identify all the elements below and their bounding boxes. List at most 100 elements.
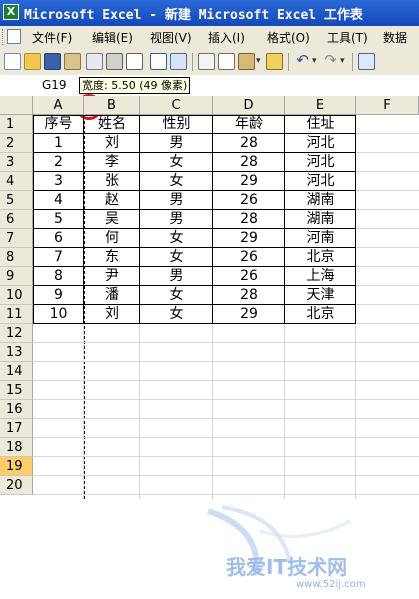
hyperlink-icon[interactable] — [358, 53, 375, 70]
table-header-cell[interactable]: 姓名 — [84, 115, 140, 134]
table-cell[interactable]: 28 — [213, 134, 285, 153]
table-cell[interactable]: 28 — [213, 210, 285, 229]
table-cell[interactable]: 1 — [33, 134, 84, 153]
redo-icon[interactable]: ↷ — [322, 53, 339, 70]
paste-icon[interactable] — [238, 53, 255, 70]
table-cell[interactable]: 男 — [140, 191, 213, 210]
menu-data[interactable]: 数据 — [383, 29, 407, 46]
table-cell[interactable]: 潘 — [84, 286, 140, 305]
table-cell[interactable]: 8 — [33, 267, 84, 286]
row-header-4[interactable]: 4 — [0, 172, 33, 191]
row-header-3[interactable]: 3 — [0, 153, 33, 172]
table-header-cell[interactable]: 性别 — [140, 115, 213, 134]
undo-dropdown-arrow[interactable]: ▾ — [312, 56, 317, 66]
table-cell[interactable]: 2 — [33, 153, 84, 172]
menu-format[interactable]: 格式(O) — [267, 29, 310, 46]
row-header-7[interactable]: 7 — [0, 229, 33, 248]
table-cell[interactable]: 湖南 — [285, 191, 356, 210]
format-painter-icon[interactable] — [266, 53, 283, 70]
row-header-16[interactable]: 16 — [0, 400, 33, 419]
table-cell[interactable]: 女 — [140, 305, 213, 324]
table-cell[interactable]: 女 — [140, 286, 213, 305]
row-header-8[interactable]: 8 — [0, 248, 33, 267]
row-header-18[interactable]: 18 — [0, 438, 33, 457]
table-cell[interactable]: 赵 — [84, 191, 140, 210]
permission-icon[interactable] — [64, 53, 81, 70]
row-header-12[interactable]: 12 — [0, 324, 33, 343]
menu-file[interactable]: 文件(F) — [32, 29, 72, 46]
row-header-20[interactable]: 20 — [0, 476, 33, 495]
column-header-c[interactable]: C — [140, 96, 213, 115]
column-header-b[interactable]: B — [84, 96, 140, 115]
table-cell[interactable]: 何 — [84, 229, 140, 248]
name-box[interactable]: G19 — [2, 76, 82, 94]
table-cell[interactable]: 29 — [213, 305, 285, 324]
spelling-icon[interactable] — [150, 53, 167, 70]
table-cell[interactable]: 10 — [33, 305, 84, 324]
row-header-9[interactable]: 9 — [0, 267, 33, 286]
table-cell[interactable]: 男 — [140, 134, 213, 153]
menu-grip[interactable] — [2, 29, 6, 45]
table-cell[interactable]: 刘 — [84, 305, 140, 324]
row-header-17[interactable]: 17 — [0, 419, 33, 438]
row-header-14[interactable]: 14 — [0, 362, 33, 381]
table-cell[interactable]: 7 — [33, 248, 84, 267]
table-cell[interactable]: 男 — [140, 267, 213, 286]
open-icon[interactable] — [24, 53, 41, 70]
table-cell[interactable]: 河北 — [285, 172, 356, 191]
table-cell[interactable]: 李 — [84, 153, 140, 172]
table-cell[interactable]: 刘 — [84, 134, 140, 153]
menu-edit[interactable]: 编辑(E) — [92, 29, 133, 46]
table-cell[interactable]: 9 — [33, 286, 84, 305]
cut-icon[interactable] — [198, 53, 215, 70]
menu-tools[interactable]: 工具(T) — [327, 29, 368, 46]
table-cell[interactable]: 北京 — [285, 305, 356, 324]
email-icon[interactable] — [86, 53, 103, 70]
column-header-d[interactable]: D — [213, 96, 285, 115]
table-cell[interactable]: 26 — [213, 267, 285, 286]
save-icon[interactable] — [44, 53, 61, 70]
paste-dropdown-arrow[interactable]: ▾ — [256, 56, 261, 66]
print-preview-icon[interactable] — [126, 53, 143, 70]
document-icon[interactable] — [7, 29, 21, 44]
table-cell[interactable]: 29 — [213, 172, 285, 191]
table-cell[interactable]: 28 — [213, 286, 285, 305]
copy-icon[interactable] — [218, 53, 235, 70]
row-header-5[interactable]: 5 — [0, 191, 33, 210]
worksheet-grid[interactable]: A B C D E F 1 2 3 4 5 6 7 8 9 10 11 12 13 14 15 16 17 18 19 20 序号姓… — [0, 94, 419, 590]
table-cell[interactable]: 女 — [140, 229, 213, 248]
table-cell[interactable]: 女 — [140, 153, 213, 172]
table-cell[interactable]: 4 — [33, 191, 84, 210]
table-cell[interactable]: 张 — [84, 172, 140, 191]
research-icon[interactable] — [170, 53, 187, 70]
table-cell[interactable]: 女 — [140, 248, 213, 267]
excel-app-icon[interactable]: X — [3, 4, 19, 20]
undo-icon[interactable]: ↶ — [294, 53, 311, 70]
row-header-11[interactable]: 11 — [0, 305, 33, 324]
table-cell[interactable]: 5 — [33, 210, 84, 229]
print-icon[interactable] — [106, 53, 123, 70]
row-header-1[interactable]: 1 — [0, 115, 33, 134]
table-cell[interactable]: 北京 — [285, 248, 356, 267]
table-cell[interactable]: 天津 — [285, 286, 356, 305]
redo-dropdown-arrow[interactable]: ▾ — [340, 56, 345, 66]
column-header-a[interactable]: A — [33, 96, 84, 115]
row-header-15[interactable]: 15 — [0, 381, 33, 400]
row-header-2[interactable]: 2 — [0, 134, 33, 153]
row-header-6[interactable]: 6 — [0, 210, 33, 229]
table-cell[interactable]: 上海 — [285, 267, 356, 286]
new-icon[interactable] — [4, 53, 21, 70]
table-cell[interactable]: 东 — [84, 248, 140, 267]
menu-insert[interactable]: 插入(I) — [208, 29, 245, 46]
table-cell[interactable]: 3 — [33, 172, 84, 191]
row-header-13[interactable]: 13 — [0, 343, 33, 362]
menu-view[interactable]: 视图(V) — [150, 29, 192, 46]
table-cell[interactable]: 26 — [213, 191, 285, 210]
table-cell[interactable]: 河南 — [285, 229, 356, 248]
row-header-10[interactable]: 10 — [0, 286, 33, 305]
table-cell[interactable]: 女 — [140, 172, 213, 191]
table-cell[interactable]: 湖南 — [285, 210, 356, 229]
table-cell[interactable]: 6 — [33, 229, 84, 248]
table-cell[interactable]: 吴 — [84, 210, 140, 229]
table-cell[interactable]: 男 — [140, 210, 213, 229]
